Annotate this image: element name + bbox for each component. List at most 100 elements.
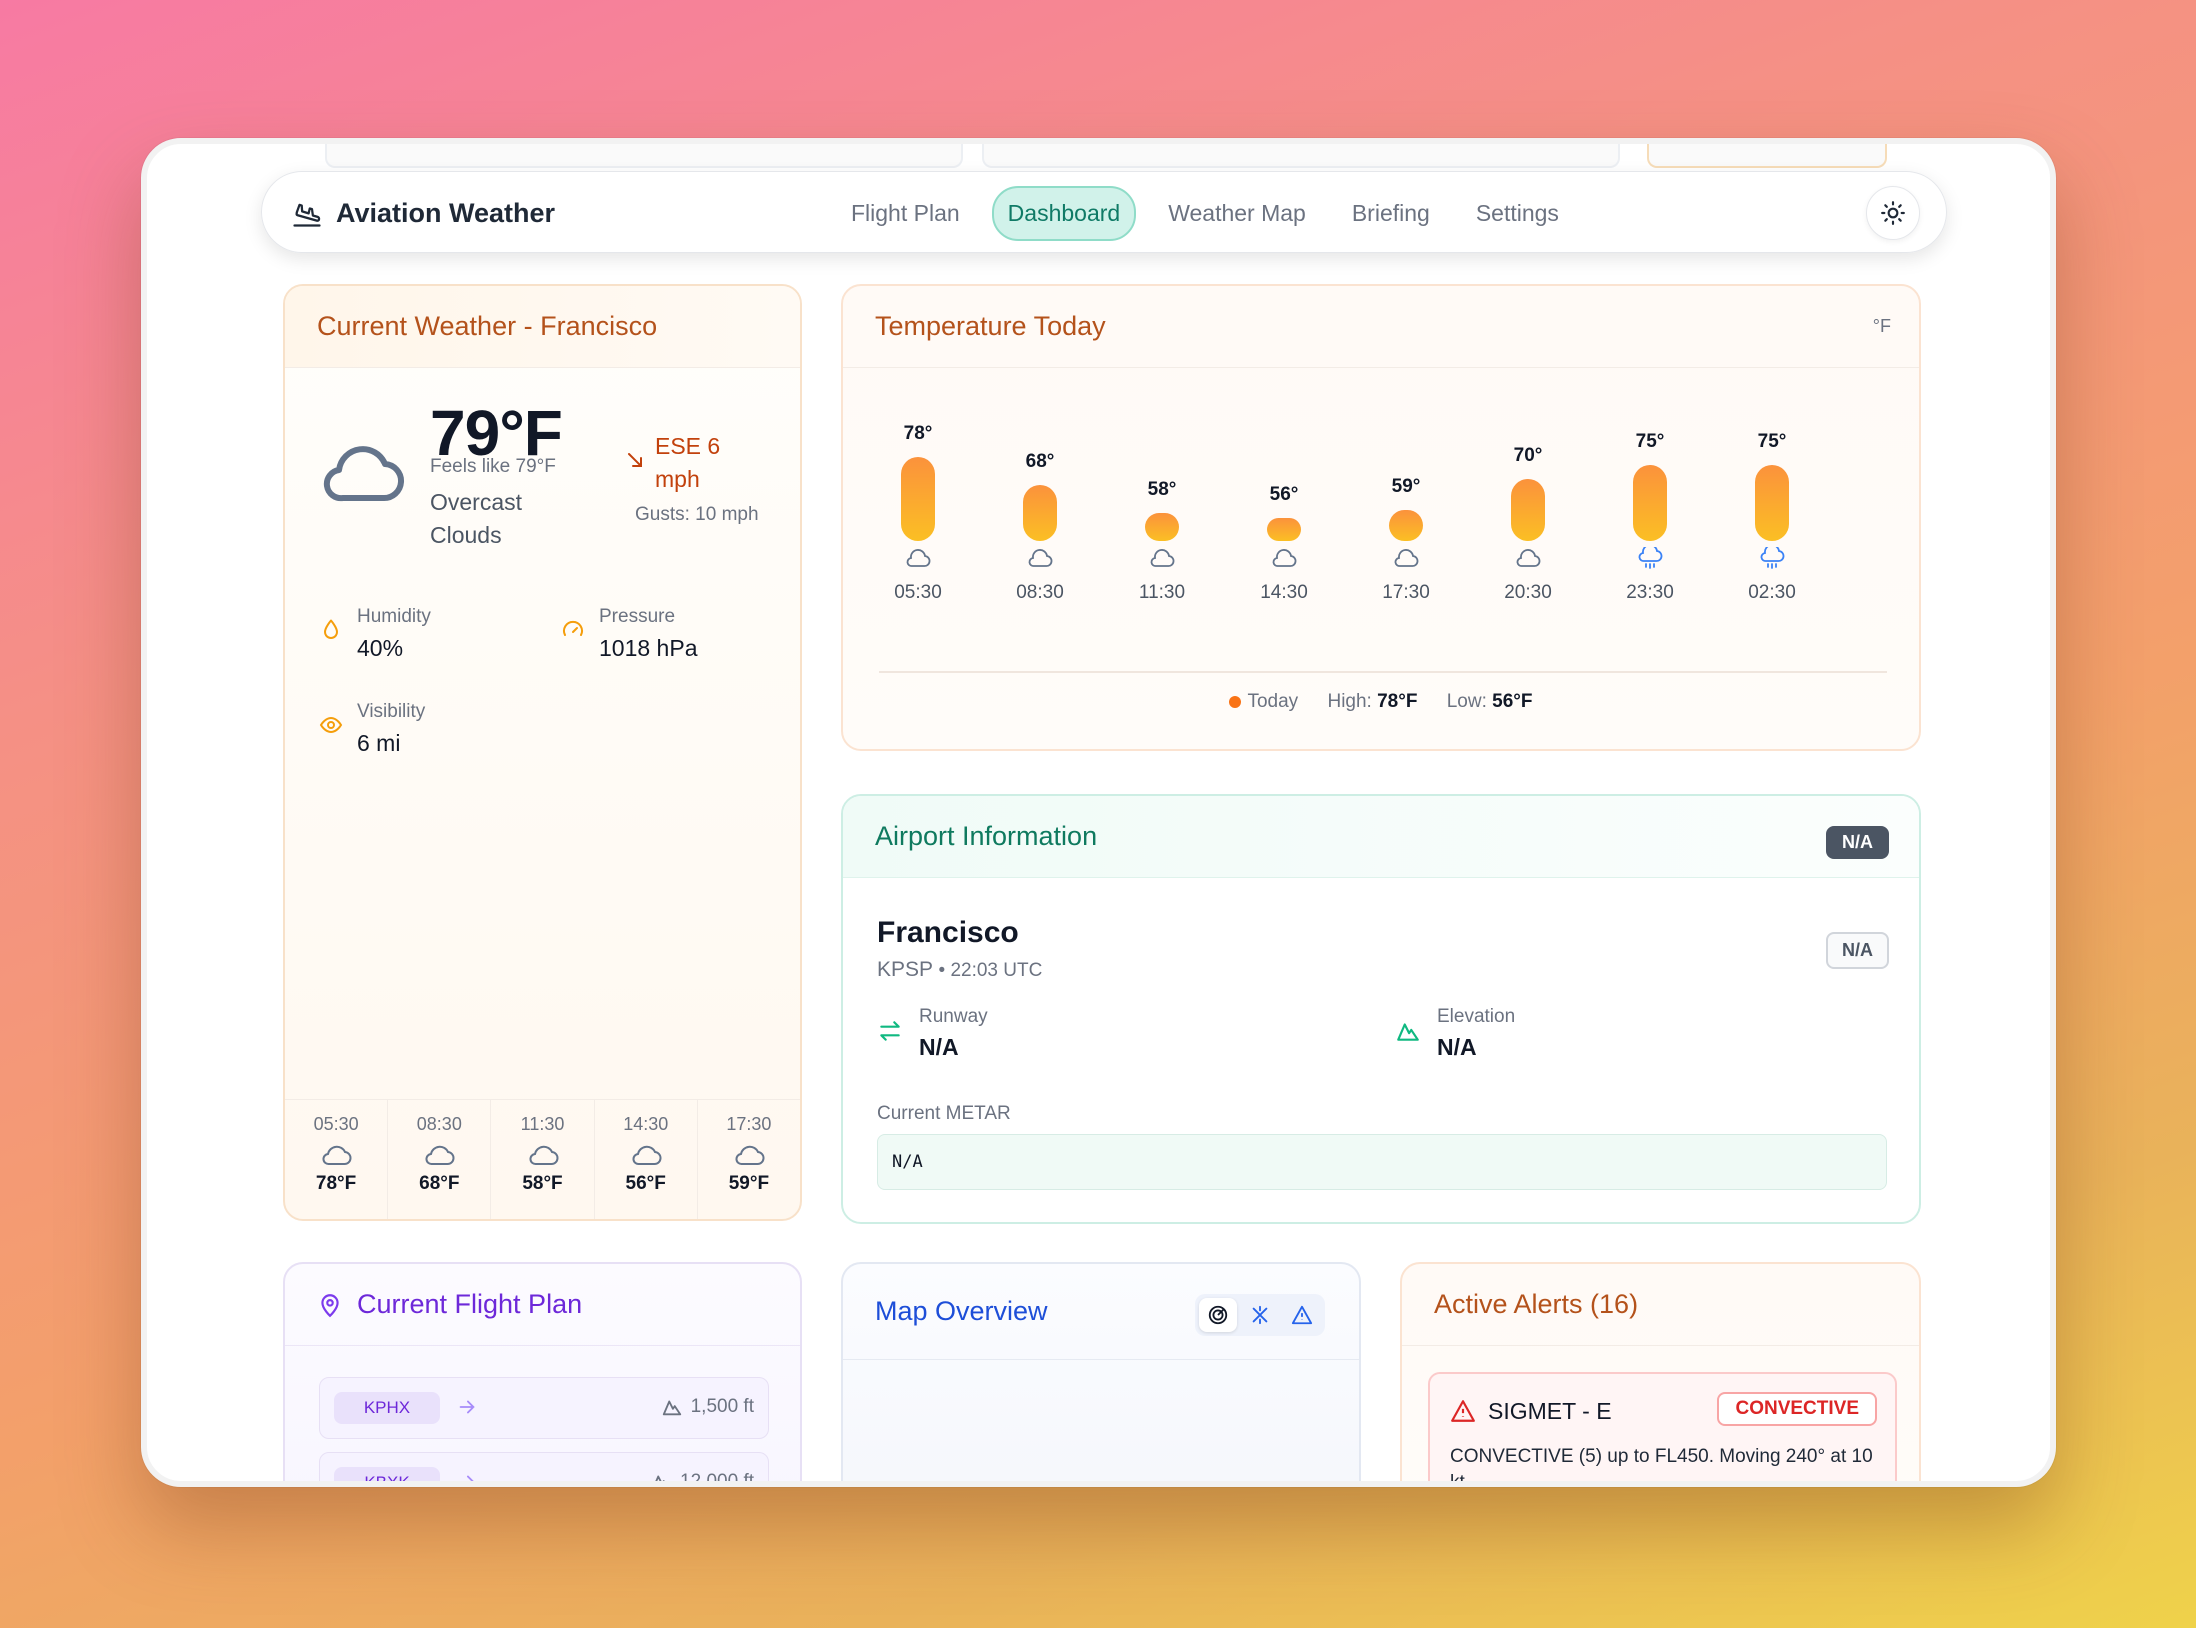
wind-info: ESE 6 mph: [625, 430, 735, 496]
flight-plan-card: Current Flight Plan KPHX 1,500 ft KBXK 1…: [283, 1262, 802, 1481]
temperature-bar: [1511, 479, 1545, 541]
brand[interactable]: Aviation Weather: [292, 172, 555, 254]
temperature-chart-card: Temperature Today °F 78° 05:30 68° 08:30 58°…: [841, 284, 1921, 751]
bar-value-label: 58°: [1147, 478, 1177, 500]
legend-low: 56°F: [1492, 691, 1533, 712]
warning-triangle-icon: [1451, 1400, 1475, 1422]
mountain-icon: [655, 1475, 665, 1481]
legend-series: Today: [1247, 691, 1299, 712]
humidity-label: Humidity: [357, 606, 431, 627]
cloud-icon: [528, 1145, 558, 1165]
card-header: Current Weather - Francisco: [285, 286, 800, 368]
radar-layer-button[interactable]: [1199, 1298, 1237, 1332]
airport-info-card: Airport Information N/A Francisco KPSP •…: [841, 794, 1921, 1224]
pressure-metric: Pressure 1018 hPa: [561, 604, 697, 666]
forecast-temp: 78°F: [315, 1173, 357, 1194]
elevation-label: Elevation: [1437, 1006, 1516, 1027]
alerts-layer-button[interactable]: [1283, 1298, 1321, 1332]
cloud-icon: [1272, 549, 1297, 567]
cloud-icon: [1394, 549, 1419, 567]
cloud-icon: [323, 446, 404, 502]
airport-code: KPSP: [877, 958, 933, 981]
pressure-value: 1018 hPa: [599, 635, 698, 661]
runway-label: Runway: [919, 1006, 988, 1027]
visibility-value: 6 mi: [357, 730, 401, 756]
arrows-exchange-icon: [880, 1021, 900, 1041]
cloud-icon: [906, 549, 931, 567]
cloud-icon: [632, 1145, 662, 1165]
bar-time-label: 02:30: [1748, 582, 1796, 603]
bar-value-label: 75°: [1635, 431, 1665, 452]
airport-status-badge: N/A: [1826, 932, 1889, 969]
forecast-temp: 68°F: [419, 1173, 460, 1194]
bar-column: 58° 11:30: [1117, 406, 1207, 646]
arrow-right-icon: [467, 1475, 474, 1481]
bar-time-label: 14:30: [1260, 582, 1308, 603]
mountain-icon: [662, 1400, 681, 1416]
nav-dashboard[interactable]: Dashboard: [991, 185, 1137, 241]
metar-label: Current METAR: [877, 1103, 1011, 1124]
wind-direction-icon: [628, 453, 642, 467]
bar-column: 56° 14:30: [1239, 406, 1329, 646]
flight-category-badge: N/A: [1826, 826, 1889, 859]
bar-column: 75° 23:30: [1605, 406, 1695, 646]
nav-briefing[interactable]: Briefing: [1338, 188, 1444, 239]
temperature-bar: [1633, 465, 1667, 541]
droplet-icon: [324, 619, 338, 639]
waypoint-row[interactable]: KPHX 1,500 ft: [319, 1377, 769, 1439]
radar-icon: [1208, 1305, 1228, 1325]
bar-column: 78° 05:30: [873, 406, 963, 646]
forecast-time: 08:30: [416, 1114, 462, 1134]
top-navbar: Aviation Weather Flight Plan Dashboard W…: [261, 171, 1947, 253]
active-alerts-card: Active Alerts (16) SIGMET - E CONVECTIVE…: [1400, 1262, 1921, 1481]
bar-time-label: 23:30: [1626, 582, 1674, 603]
bar-value-label: 59°: [1391, 475, 1421, 497]
legend-high-label: High:: [1327, 691, 1372, 712]
wind-value: ESE 6 mph: [655, 433, 721, 492]
forecast-time: 17:30: [726, 1114, 772, 1134]
background-card-edge: [982, 144, 1620, 168]
forecast-item: 05:30 78°F: [285, 1100, 389, 1219]
arrow-right-icon: [459, 1400, 475, 1414]
bar-column: 75° 02:30: [1727, 406, 1817, 646]
bar-value-label: 75°: [1757, 431, 1787, 452]
eye-icon: [319, 716, 343, 734]
runway-value: N/A: [919, 1034, 959, 1060]
cloud-icon: [1516, 549, 1541, 567]
wind-icon: [1252, 1305, 1268, 1325]
cloud-icon: [1028, 549, 1053, 567]
background-card-edge: [325, 144, 963, 168]
background-card-edge: [1647, 144, 1887, 168]
nav-weather-map[interactable]: Weather Map: [1154, 188, 1320, 239]
cloud-icon: [1150, 549, 1175, 567]
map-overview-title: Map Overview: [875, 1296, 1048, 1326]
waypoint-row[interactable]: KBXK 12,000 ft: [319, 1452, 769, 1481]
waypoint-altitude: 1,500 ft: [661, 1396, 754, 1418]
alert-item[interactable]: SIGMET - E CONVECTIVE CONVECTIVE (5) up …: [1428, 1372, 1897, 1481]
nav-flight-plan[interactable]: Flight Plan: [837, 188, 974, 239]
temperature-bar: [1389, 509, 1423, 541]
forecast-temp: 56°F: [625, 1173, 666, 1194]
bar-value-label: 56°: [1269, 484, 1299, 506]
theme-toggle-button[interactable]: [1866, 186, 1920, 240]
alert-title: SIGMET - E: [1488, 1398, 1612, 1424]
forecast-time: 14:30: [623, 1114, 669, 1134]
card-header: Temperature Today: [843, 286, 1919, 368]
airport-name: Francisco: [877, 916, 1019, 949]
temperature-bar: [1755, 465, 1789, 541]
bar-time-label: 20:30: [1504, 582, 1552, 603]
hourly-forecast: 05:30 78°F 08:30 68°F 11:30 58°F 14:30 5…: [285, 1099, 800, 1219]
altitude-value: 1,500 ft: [690, 1396, 754, 1417]
wind-layer-button[interactable]: [1241, 1298, 1279, 1332]
rain-icon: [1638, 547, 1663, 569]
map-pin-icon: [321, 1293, 339, 1317]
weather-description: Overcast Clouds: [430, 489, 523, 548]
bar-value-label: 70°: [1513, 445, 1543, 466]
temperature-bar: [1145, 512, 1179, 541]
nav-settings[interactable]: Settings: [1462, 188, 1573, 239]
forecast-item: 08:30 68°F: [388, 1100, 492, 1219]
card-header: Airport Information: [843, 796, 1919, 878]
feels-like: Feels like 79°F: [430, 456, 556, 477]
legend-high: 78°F: [1377, 691, 1418, 712]
pressure-label: Pressure: [599, 606, 676, 627]
